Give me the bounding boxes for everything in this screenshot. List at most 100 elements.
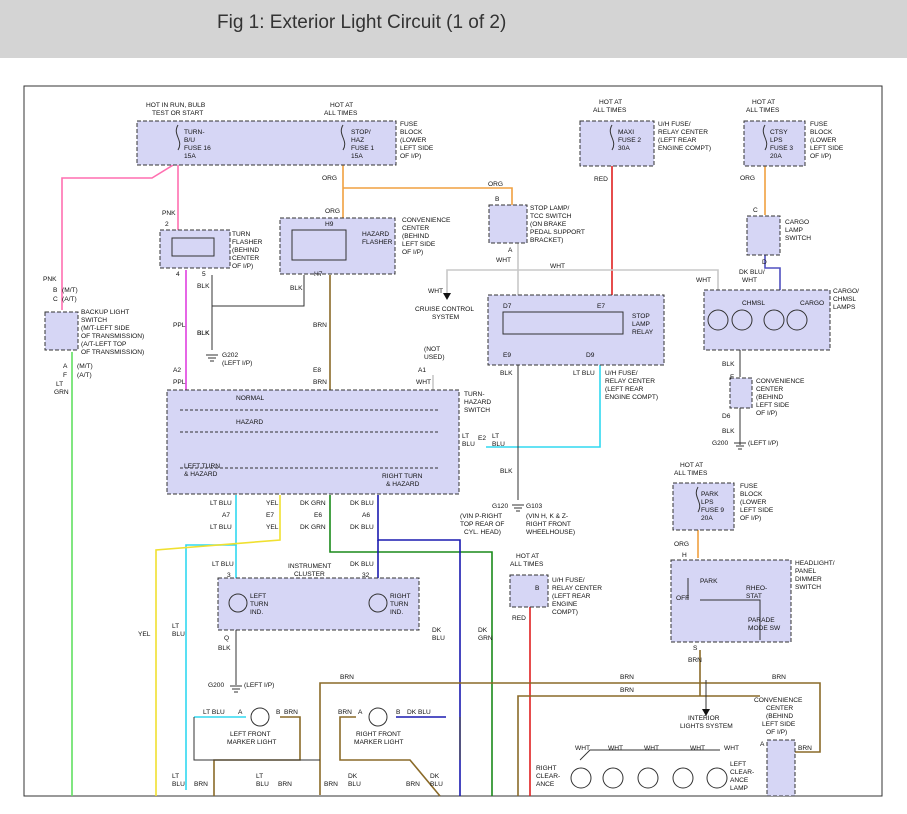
label-lt-blu3: LT: [492, 433, 499, 440]
label-red2: RED: [512, 615, 526, 622]
label-pnk1: PNK: [162, 210, 176, 217]
label-stop-lamp-sw-3: (ON BRAKE: [530, 221, 567, 228]
label-lt-blu6: LT BLU: [212, 561, 234, 568]
label-blk6: BLK: [722, 361, 735, 368]
label-uh-fuse3: U/H FUSE/: [552, 577, 585, 584]
label-lt-blu2-2: BLU: [462, 441, 475, 448]
label-blk1: BLK: [197, 283, 210, 290]
label-pin-3: 3: [227, 572, 231, 579]
label-conv3: CONVENIENCE: [754, 697, 803, 704]
label-turn-flasher-5: OF I/P): [232, 263, 253, 270]
label-brn7: BRN: [772, 674, 786, 681]
label-uh-fuse3-3: (LEFT REAR: [552, 593, 591, 600]
label-all-times-2: ALL TIMES: [593, 107, 627, 114]
label-pin-b5: B: [396, 709, 401, 716]
label-g202: G202: [222, 352, 238, 359]
label-rf-marker: RIGHT FRONT: [356, 731, 401, 738]
label-wht4: WHT: [696, 277, 711, 284]
label-fuse-block-4: LEFT SIDE: [400, 145, 434, 152]
label-at: (A/T): [62, 296, 77, 303]
label-pin-b2: B: [53, 287, 58, 294]
label-pin-f2: F: [730, 374, 734, 381]
label-stop-lamp-sw-4: PEDAL SUPPORT: [530, 229, 585, 236]
label-g103: G103: [526, 503, 542, 510]
label-all-times-3: ALL TIMES: [746, 107, 780, 114]
label-pin-h9: H9: [325, 221, 334, 228]
label-dkgrn1: DK GRN: [300, 500, 326, 507]
label-dkblu-wht: DK BLU/: [739, 269, 765, 276]
label-g202-2: (LEFT I/P): [222, 360, 252, 367]
label-lt-blu1: LT BLU: [573, 370, 595, 377]
cargo-lamp-switch-box: [746, 215, 781, 256]
label-lt-blu8: LT BLU: [203, 709, 225, 716]
label-uh-fuse2-3: (LEFT REAR: [605, 386, 644, 393]
label-hot-at-3: HOT AT: [752, 99, 775, 106]
label-fb3-1: FUSE: [810, 121, 828, 128]
label-blk2: BLK: [290, 285, 303, 292]
label-org4: ORG: [325, 208, 340, 215]
label-dkblu5: DK BLU: [407, 709, 431, 716]
label-g200a-2: (LEFT I/P): [748, 440, 778, 447]
label-lps: LPS: [770, 137, 783, 144]
label-right-turn-ind-2: TURN: [390, 601, 409, 608]
label-at2: (A/T): [77, 372, 92, 379]
ltblue-wire-relay: [486, 365, 601, 448]
label-cargo-sw-3: SWITCH: [785, 235, 811, 242]
label-pin2: 2: [165, 221, 169, 228]
label-e8: E8: [313, 367, 321, 374]
label-maxi: MAXI: [618, 129, 634, 136]
label-turn-bu-2: B/U: [184, 137, 195, 144]
label-conv2-4: LEFT SIDE: [756, 402, 790, 409]
label-dkblu-wht-2: WHT: [742, 277, 757, 284]
label-all-times-4: ALL TIMES: [674, 470, 708, 477]
cruise-arrow: [443, 293, 451, 300]
label-uh-fuse3-2: RELAY CENTER: [552, 585, 602, 592]
label-hot-at-4: HOT AT: [680, 462, 703, 469]
label-wht9: WHT: [690, 745, 705, 752]
label-cargo-chmsl-2: CHMSL: [833, 296, 856, 303]
label-g200b-2: (LEFT I/P): [244, 682, 274, 689]
conv-center-2-box: [729, 377, 753, 409]
label-fuse-block-3: (LOWER: [400, 137, 427, 144]
label-stop-relay: STOP: [632, 313, 650, 320]
label-wht10: WHT: [724, 745, 739, 752]
label-left-turn-ind: LEFT: [250, 593, 266, 600]
label-all-times-1: ALL TIMES: [324, 110, 358, 117]
label-brn3: BRN: [688, 657, 702, 664]
label-pin-a4: A: [760, 741, 765, 748]
label-brn1: BRN: [313, 322, 327, 329]
label-uh-fuse-2: RELAY CENTER: [658, 129, 708, 136]
label-lt-blu7: LT: [172, 623, 179, 630]
label-brn2: BRN: [313, 379, 327, 386]
label-dkblu4-2: BLU: [432, 635, 445, 642]
label-brn11: BRN: [194, 781, 208, 788]
stop-lamp-switch-box: [488, 204, 528, 244]
label-stop-relay-2: LAMP: [632, 321, 651, 328]
label-stop-haz: STOP/: [351, 129, 371, 136]
label-blk4: BLK: [197, 330, 210, 337]
label-brn10: BRN: [338, 709, 352, 716]
label-conv2: CONVENIENCE: [756, 378, 805, 385]
left-front-marker-symbol: [250, 707, 270, 727]
label-blk5: BLK: [500, 370, 513, 377]
label-fb3-2: BLOCK: [810, 129, 833, 136]
label-turn-flasher: TURN: [232, 231, 251, 238]
label-park-lps: PARK: [701, 491, 719, 498]
label-blk9: BLK: [218, 645, 231, 652]
label-dkblu2: DK BLU: [350, 524, 374, 531]
label-mt: (M/T): [62, 287, 78, 294]
uh-fuse-box-3: [509, 574, 549, 608]
label-d9: D9: [586, 352, 595, 359]
label-pin-a3: A: [63, 363, 68, 370]
label-right-clear: RIGHT: [536, 765, 557, 772]
label-lt-b2: LT: [256, 773, 263, 780]
label-wht3: WHT: [428, 288, 443, 295]
label-fuse-block-5: OF I/P): [400, 153, 421, 160]
label-fuse-block-2: BLOCK: [400, 129, 423, 136]
label-pin-h: H: [682, 552, 687, 559]
label-pin-b: B: [495, 196, 500, 203]
label-g-note-5: RIGHT FRONT: [526, 521, 571, 528]
label-backup-sw-6: OF TRANSMISSION): [81, 349, 144, 356]
label-lt-grn: LT: [56, 381, 63, 388]
label-interior: INTERIOR: [688, 715, 720, 722]
